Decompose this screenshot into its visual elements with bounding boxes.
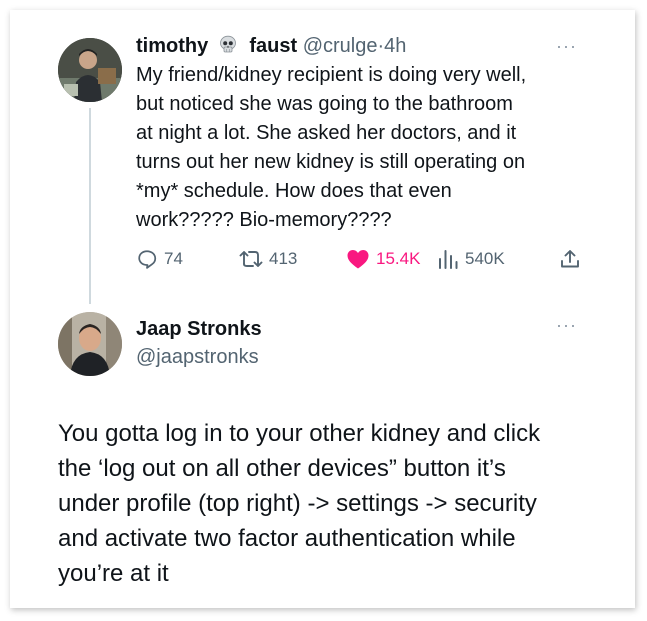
heart-icon: [347, 250, 369, 269]
tweet-text-line: you’re at it: [58, 560, 169, 587]
tweet-text-line: *my* schedule. How does that even: [136, 180, 452, 202]
share-button[interactable]: [559, 246, 581, 272]
retweet-icon: [239, 251, 263, 267]
timestamp[interactable]: 4h: [384, 35, 406, 57]
tweet-text-line: work????? Bio-memory????: [136, 209, 392, 231]
tweet-text-line: but noticed she was going to the bathroo…: [136, 93, 513, 115]
avatar-photo: [58, 312, 122, 376]
views-bar-chart-icon: [439, 250, 458, 269]
user-handle[interactable]: @jaapstronks: [136, 346, 259, 369]
tweet-text: You gotta log in to your other kidney an…: [58, 416, 618, 591]
views-button[interactable]: 540K: [437, 246, 505, 272]
display-name[interactable]: Jaap Stronks: [136, 318, 262, 341]
tweet-text: My friend/kidney recipient is doing very…: [136, 61, 606, 235]
screenshot-canvas: timothy faust @crulge·4h ··· My friend/k…: [0, 0, 647, 621]
avatar[interactable]: [58, 312, 122, 376]
display-name-last: faust: [249, 35, 298, 57]
reply-icon: [138, 250, 157, 269]
tweet-text-line: at night a lot. She asked her doctors, a…: [136, 122, 517, 144]
thread-connector-line: [89, 108, 91, 304]
avatar-photo: [58, 38, 122, 102]
retweet-count: 413: [269, 249, 298, 268]
tweet-text-line: and activate two factor authentication w…: [58, 525, 516, 552]
tweet-header: timothy faust @crulge·4h: [136, 33, 406, 59]
reply-button[interactable]: 74: [136, 246, 183, 272]
like-button[interactable]: 15.4K: [346, 246, 420, 272]
display-name[interactable]: timothy faust: [136, 35, 303, 57]
retweet-button[interactable]: 413: [239, 246, 297, 272]
display-name-first: timothy: [136, 35, 209, 57]
skull-icon: [219, 35, 236, 53]
tweet-action-bar: 74 413 15.4K 540K: [136, 246, 596, 272]
tweet-text-line: the ‘log out on all other devices” butto…: [58, 455, 506, 482]
more-options-icon[interactable]: ···: [556, 36, 577, 57]
avatar[interactable]: [58, 38, 122, 102]
tweet-text-line: under profile (top right) -> settings ->…: [58, 490, 537, 517]
tweet-text-line: My friend/kidney recipient is doing very…: [136, 64, 527, 86]
tweet-text-line: turns out her new kidney is still operat…: [136, 151, 526, 173]
view-count: 540K: [465, 249, 505, 268]
tweet-text-line: You gotta log in to your other kidney an…: [58, 420, 541, 447]
reply-count: 74: [164, 249, 183, 268]
like-count: 15.4K: [376, 249, 421, 268]
user-handle[interactable]: @crulge: [303, 35, 378, 57]
more-options-icon[interactable]: ···: [556, 315, 577, 336]
share-icon: [561, 250, 579, 268]
